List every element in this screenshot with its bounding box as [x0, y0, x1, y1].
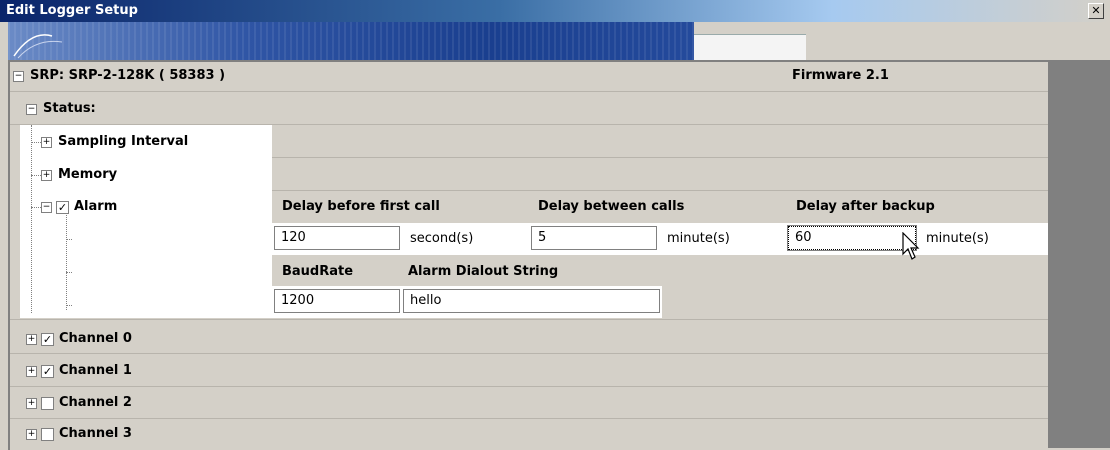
sampling-interval-item[interactable]: Sampling Interval: [58, 134, 188, 149]
delay-between-calls-unit: minute(s): [667, 231, 730, 246]
close-button[interactable]: ✕: [1088, 3, 1104, 19]
baudrate-header: BaudRate: [282, 264, 354, 279]
window-title: Edit Logger Setup: [6, 3, 138, 18]
expand-channel-3-icon[interactable]: +: [26, 429, 37, 440]
delay-first-call-input[interactable]: 120: [274, 226, 400, 250]
mouse-cursor-icon: [902, 232, 920, 260]
memory-item[interactable]: Memory: [58, 167, 117, 182]
baudrate-input[interactable]: 1200: [274, 289, 400, 313]
collapse-status-icon[interactable]: −: [26, 104, 37, 115]
channel-0-checkbox[interactable]: ✓: [41, 333, 54, 346]
channel-1-item[interactable]: Channel 1: [59, 363, 132, 378]
collapse-device-icon[interactable]: −: [13, 71, 24, 82]
banner-strip: [694, 34, 806, 61]
close-icon: ✕: [1091, 4, 1101, 17]
delay-between-calls-input[interactable]: 5: [531, 226, 657, 250]
delay-between-calls-header: Delay between calls: [538, 199, 685, 214]
channel-2-item[interactable]: Channel 2: [59, 395, 132, 410]
alarm-dialout-header: Alarm Dialout String: [408, 264, 559, 279]
expand-sampling-icon[interactable]: +: [41, 137, 52, 148]
channel-3-checkbox[interactable]: [41, 428, 54, 441]
expand-channel-2-icon[interactable]: +: [26, 398, 37, 409]
channel-1-checkbox[interactable]: ✓: [41, 365, 54, 378]
title-bar: Edit Logger Setup ✕: [0, 0, 1110, 22]
delay-first-call-header: Delay before first call: [282, 199, 440, 214]
header-banner: [8, 22, 694, 60]
alarm-tree-area: [20, 125, 272, 318]
delay-after-backup-header: Delay after backup: [796, 199, 935, 214]
expand-channel-0-icon[interactable]: +: [26, 334, 37, 345]
alarm-dialout-input[interactable]: hello: [403, 289, 660, 313]
channel-3-item[interactable]: Channel 3: [59, 426, 132, 441]
device-label: SRP: SRP-2-128K ( 58383 ): [30, 68, 226, 83]
collapse-alarm-icon[interactable]: −: [41, 202, 52, 213]
banner-graphic-icon: [13, 34, 63, 59]
panel-side-area: [1048, 60, 1110, 448]
expand-channel-1-icon[interactable]: +: [26, 366, 37, 377]
delay-first-call-unit: second(s): [410, 231, 474, 246]
delay-after-backup-input[interactable]: 60: [787, 225, 917, 251]
channel-2-checkbox[interactable]: [41, 397, 54, 410]
alarm-checkbox[interactable]: ✓: [56, 201, 69, 214]
firmware-label: Firmware 2.1: [792, 68, 889, 83]
delay-after-backup-unit: minute(s): [926, 231, 989, 246]
tree-line: [31, 125, 32, 313]
expand-memory-icon[interactable]: +: [41, 170, 52, 181]
status-label: Status:: [43, 101, 96, 116]
alarm-item[interactable]: Alarm: [74, 199, 117, 214]
channel-0-item[interactable]: Channel 0: [59, 331, 132, 346]
